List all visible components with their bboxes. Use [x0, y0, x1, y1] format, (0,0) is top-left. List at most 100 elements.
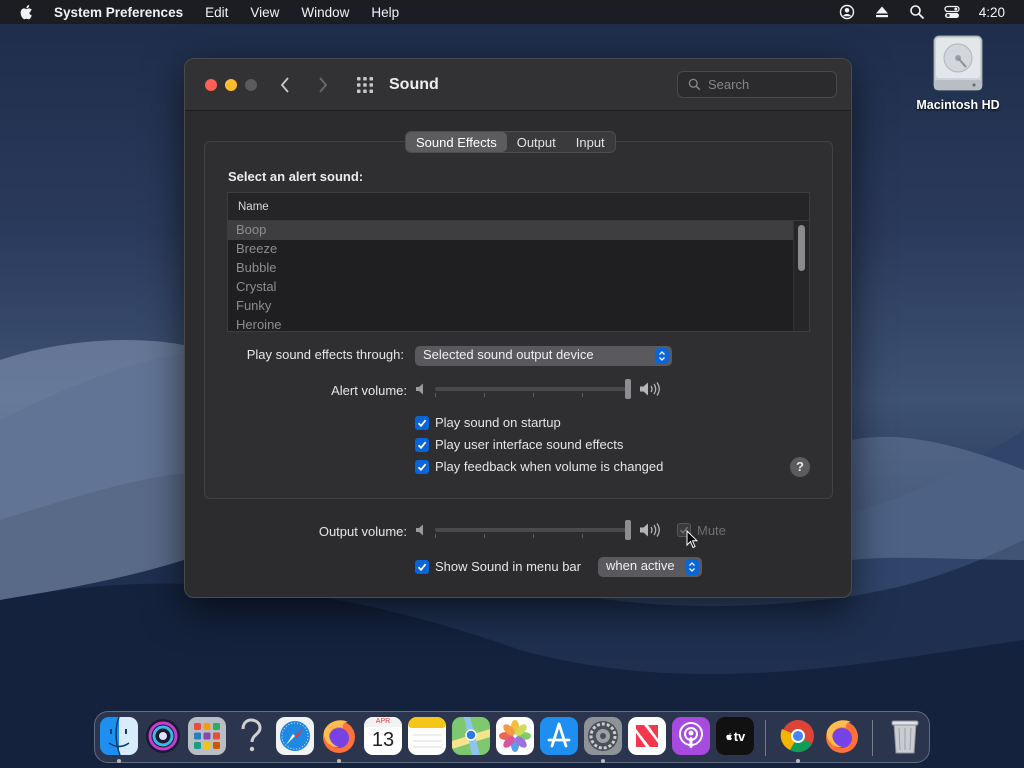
siri-icon[interactable]	[144, 717, 182, 755]
firefox-icon[interactable]	[823, 717, 861, 755]
minimize-button[interactable]	[225, 78, 237, 91]
chevron-right-icon	[319, 76, 328, 93]
menubar-clock[interactable]: 4:20	[979, 5, 1005, 20]
slider-tick	[435, 534, 436, 538]
maps-icon[interactable]	[452, 717, 490, 755]
show-in-menubar-row[interactable]: Show Sound in menu bar	[415, 559, 581, 574]
list-item[interactable]: Boop	[228, 221, 794, 240]
zoom-button[interactable]	[245, 78, 257, 91]
dock: APR 13 tv	[94, 711, 930, 763]
menu-bar: System Preferences Edit View Window Help…	[0, 0, 1024, 24]
app-store-icon[interactable]	[540, 717, 578, 755]
popup-stepper-icon	[655, 348, 669, 364]
list-item[interactable]: Breeze	[228, 240, 794, 259]
search-icon[interactable]	[909, 4, 925, 20]
alert-volume-slider[interactable]	[435, 379, 631, 399]
eject-icon[interactable]	[874, 4, 890, 20]
chevron-left-icon	[280, 76, 289, 93]
apple-icon[interactable]	[18, 3, 36, 21]
checkmark-icon	[417, 463, 427, 471]
control-center-icon[interactable]	[944, 4, 960, 20]
apple-icon	[726, 732, 732, 740]
chrome-icon[interactable]	[779, 717, 817, 755]
output-volume-slider[interactable]	[435, 520, 631, 540]
menu-view[interactable]: View	[250, 5, 279, 20]
tab-bar: Sound Effects Output Input	[405, 131, 616, 153]
mute-checkbox-row[interactable]: Mute	[677, 523, 726, 538]
list-item[interactable]: Heroine	[228, 316, 794, 331]
alert-sound-list[interactable]: Name Boop Breeze Bubble Crystal Funky He…	[227, 192, 810, 332]
system-preferences-icon[interactable]	[584, 717, 622, 755]
tab-sound-effects[interactable]: Sound Effects	[406, 132, 507, 152]
help-question-icon[interactable]	[232, 717, 270, 755]
launchpad-icon[interactable]	[188, 717, 226, 755]
apple-tv-icon[interactable]: tv	[716, 717, 754, 755]
startup-sound-checkbox-row[interactable]: Play sound on startup	[415, 415, 561, 430]
play-through-value: Selected sound output device	[423, 347, 594, 362]
menu-window[interactable]: Window	[301, 5, 349, 20]
list-scrollbar[interactable]	[793, 221, 809, 331]
photos-icon[interactable]	[496, 717, 534, 755]
drive-label: Macintosh HD	[916, 98, 1000, 112]
help-button[interactable]: ?	[790, 457, 810, 477]
hard-drive-icon	[933, 35, 983, 91]
safari-icon[interactable]	[276, 717, 314, 755]
startup-sound-label: Play sound on startup	[435, 415, 561, 430]
slider-tick	[533, 534, 534, 538]
popup-stepper-icon	[685, 559, 699, 575]
search-field[interactable]	[677, 71, 837, 98]
play-through-popup[interactable]: Selected sound output device	[415, 346, 672, 366]
alert-volume-knob[interactable]	[625, 379, 631, 399]
output-volume-label: Output volume:	[318, 524, 407, 539]
output-volume-knob[interactable]	[625, 520, 631, 540]
menu-help[interactable]: Help	[371, 5, 399, 20]
menu-edit[interactable]: Edit	[205, 5, 228, 20]
firefox-icon[interactable]	[320, 717, 358, 755]
notes-icon[interactable]	[408, 717, 446, 755]
tab-output[interactable]: Output	[507, 132, 566, 152]
mute-label: Mute	[697, 522, 726, 538]
play-through-label: Play sound effects through:	[246, 347, 404, 362]
app-name-menu[interactable]: System Preferences	[54, 5, 183, 20]
list-item[interactable]: Bubble	[228, 259, 794, 278]
close-button[interactable]	[205, 78, 217, 91]
speaker-high-icon	[640, 523, 660, 537]
volume-feedback-checkbox[interactable]	[415, 459, 429, 474]
slider-tick	[484, 534, 485, 538]
news-icon[interactable]	[628, 717, 666, 755]
volume-feedback-checkbox-row[interactable]: Play feedback when volume is changed	[415, 459, 663, 474]
menubar-mode-popup[interactable]: when active	[598, 557, 702, 577]
running-indicator	[601, 759, 605, 763]
calendar-icon[interactable]: APR 13	[364, 717, 402, 755]
alert-volume-label: Alert volume:	[331, 383, 407, 398]
startup-sound-checkbox[interactable]	[415, 415, 429, 430]
list-header-name[interactable]: Name	[228, 193, 809, 221]
slider-tick	[582, 393, 583, 397]
list-item[interactable]: Crystal	[228, 278, 794, 297]
ui-sound-checkbox-row[interactable]: Play user interface sound effects	[415, 437, 623, 452]
mouse-cursor-icon	[686, 530, 698, 549]
podcasts-icon[interactable]	[672, 717, 710, 755]
slider-tick	[533, 393, 534, 397]
desktop-drive[interactable]: Macintosh HD	[912, 34, 1004, 112]
show-all-grid-icon[interactable]	[355, 75, 375, 95]
forward-button[interactable]	[313, 75, 333, 95]
search-input[interactable]	[708, 77, 818, 92]
speaker-high-icon	[640, 382, 660, 396]
finder-icon[interactable]	[100, 717, 138, 755]
back-button[interactable]	[275, 75, 295, 95]
scrollbar-thumb[interactable]	[798, 225, 805, 271]
trash-icon[interactable]	[886, 717, 924, 755]
running-indicator	[337, 759, 341, 763]
sound-preferences-window: Sound Sound Effects Output Input Select …	[184, 58, 852, 598]
search-icon	[688, 78, 701, 91]
volume-feedback-label: Play feedback when volume is changed	[435, 459, 664, 474]
show-in-menubar-checkbox[interactable]	[415, 559, 429, 574]
user-icon[interactable]	[839, 4, 855, 20]
speaker-low-icon	[416, 383, 423, 395]
running-indicator	[796, 759, 800, 763]
tab-input[interactable]: Input	[566, 132, 615, 152]
list-item[interactable]: Funky	[228, 297, 794, 316]
output-volume-row: Mute	[415, 520, 726, 540]
ui-sound-checkbox[interactable]	[415, 437, 429, 452]
